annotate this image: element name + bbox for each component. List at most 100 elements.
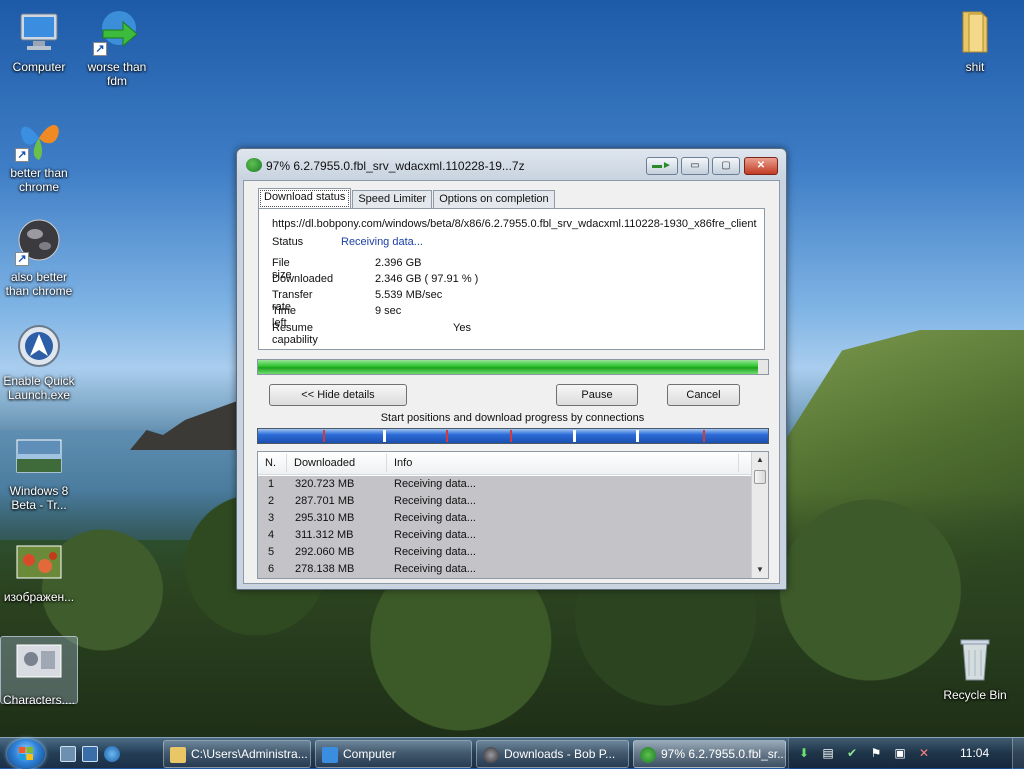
status-label: Status bbox=[272, 236, 304, 248]
ie-butterfly-icon: ↗ bbox=[15, 114, 63, 162]
status-panel: https://dl.bobpony.com/windows/beta/8/x8… bbox=[258, 208, 765, 350]
show-desktop-button[interactable] bbox=[1012, 738, 1024, 769]
taskbar-item-computer[interactable]: Computer bbox=[315, 740, 472, 768]
connection-number: 3 bbox=[268, 512, 275, 524]
download-progress-bar bbox=[257, 359, 769, 375]
action-center-flag-icon[interactable]: ⚑ bbox=[869, 746, 883, 760]
connection-marker bbox=[323, 430, 325, 442]
computer-icon bbox=[15, 8, 63, 56]
status-value: Receiving data... bbox=[341, 236, 423, 248]
connection-row[interactable]: 5 292.060 MB Receiving data... bbox=[258, 544, 753, 561]
window-titlebar[interactable]: 97% 6.2.7955.0.fbl_srv_wdacxml.110228-19… bbox=[237, 149, 786, 181]
idm-tray-icon[interactable]: ⬇ bbox=[797, 746, 811, 760]
tab-speed-limiter[interactable]: Speed Limiter bbox=[352, 190, 433, 209]
connection-row[interactable]: 1 320.723 MB Receiving data... bbox=[258, 476, 753, 493]
network-icon[interactable]: ▣ bbox=[893, 746, 907, 760]
volume-muted-icon[interactable]: ✕ bbox=[917, 746, 931, 760]
show-desktop-icon[interactable] bbox=[60, 746, 76, 762]
desktop-icon-recycle-bin[interactable]: Recycle Bin bbox=[936, 636, 1014, 702]
window-title: 97% 6.2.7955.0.fbl_srv_wdacxml.110228-19… bbox=[266, 159, 525, 173]
tab-options-on-completion[interactable]: Options on completion bbox=[433, 190, 555, 209]
field-label: Resume capability bbox=[272, 322, 318, 346]
switch-windows-icon[interactable] bbox=[82, 746, 98, 762]
hide-details-button[interactable]: << Hide details bbox=[269, 384, 407, 406]
taskbar-item-label: Downloads - Bob P... bbox=[504, 747, 616, 761]
desktop-icon-enable-quick-launch[interactable]: Enable Quick Launch.exe bbox=[0, 322, 78, 402]
minimize-icon: ▭ bbox=[690, 160, 700, 171]
connections-list-scrollbar[interactable]: ▲ ▼ bbox=[751, 452, 768, 578]
taskbar-item-label: C:\Users\Administra... bbox=[191, 747, 308, 761]
field-value: Yes bbox=[453, 322, 471, 334]
image-thumbnail-icon bbox=[15, 538, 63, 586]
taskbar-item-label: 97% 6.2.7955.0.fbl_sr... bbox=[661, 747, 786, 761]
desktop-icon-label: better than chrome bbox=[10, 166, 68, 194]
tab-strip: Download status Speed Limiter Options on… bbox=[258, 188, 556, 209]
arrow-right-icon: ▬► bbox=[652, 160, 672, 171]
desktop-icon-also-better-than-chrome[interactable]: ↗ also better than chrome bbox=[0, 218, 78, 298]
taskbar-item-browser[interactable]: Downloads - Bob P... bbox=[476, 740, 629, 768]
desktop-icon-worse-than-fdm[interactable]: ↗ worse than fdm bbox=[78, 8, 156, 88]
connection-row[interactable]: 3 295.310 MB Receiving data... bbox=[258, 510, 753, 527]
desktop-icon-label: Windows 8 Beta - Tr... bbox=[9, 484, 69, 512]
connection-downloaded: 320.723 MB bbox=[295, 478, 355, 490]
desktop-icon-label: shit bbox=[965, 60, 985, 74]
connection-row[interactable]: 2 287.701 MB Receiving data... bbox=[258, 493, 753, 510]
scroll-up-icon[interactable]: ▲ bbox=[752, 452, 768, 468]
idm-icon bbox=[640, 747, 656, 763]
connection-number: 5 bbox=[268, 546, 275, 558]
close-button[interactable]: ✕ bbox=[744, 157, 778, 175]
scroll-thumb[interactable] bbox=[754, 470, 766, 484]
download-url: https://dl.bobpony.com/windows/beta/8/x8… bbox=[272, 218, 757, 230]
connections-list-header: N. Downloaded Info bbox=[258, 452, 753, 475]
wallpaper-rocks bbox=[130, 400, 240, 450]
download-progress-fill bbox=[258, 360, 758, 374]
connection-number: 1 bbox=[268, 478, 275, 490]
scroll-down-icon[interactable]: ▼ bbox=[752, 562, 768, 578]
taskbar-item-explorer[interactable]: C:\Users\Administra... bbox=[163, 740, 311, 768]
desktop-icon-characters[interactable]: Characters.... bbox=[0, 636, 78, 707]
connection-position-marker bbox=[383, 430, 386, 442]
minimize-to-tray-button[interactable]: ▬► bbox=[646, 157, 678, 175]
connections-caption: Start positions and download progress by… bbox=[380, 412, 645, 424]
connection-position-marker bbox=[636, 430, 639, 442]
column-header-downloaded[interactable]: Downloaded bbox=[294, 457, 355, 469]
connections-list: N. Downloaded Info 1 320.723 MB Receivin… bbox=[257, 451, 769, 579]
start-button[interactable] bbox=[7, 739, 45, 769]
desktop-icon-windows8-beta[interactable]: Windows 8 Beta - Tr... bbox=[0, 432, 78, 512]
security-tray-icon[interactable]: ✔ bbox=[845, 746, 859, 760]
windows-logo-icon bbox=[19, 747, 33, 760]
image-thumbnail-icon bbox=[15, 432, 63, 480]
close-icon: ✕ bbox=[756, 160, 766, 171]
column-header-info[interactable]: Info bbox=[394, 457, 412, 469]
connection-marker bbox=[510, 430, 512, 442]
pause-button[interactable]: Pause bbox=[556, 384, 638, 406]
connection-number: 2 bbox=[268, 495, 275, 507]
shortcut-arrow-icon: ↗ bbox=[15, 252, 29, 266]
clock[interactable]: 11:04 bbox=[960, 746, 989, 760]
column-header-n[interactable]: N. bbox=[265, 457, 276, 469]
desktop-icon-image-ru[interactable]: изображен... bbox=[0, 538, 78, 604]
globe-icon: ↗ bbox=[15, 218, 63, 266]
folder-icon bbox=[951, 8, 999, 56]
taskbar-item-idm[interactable]: 97% 6.2.7955.0.fbl_sr... bbox=[633, 740, 786, 768]
tab-download-status[interactable]: Download status bbox=[258, 188, 352, 209]
maximize-button[interactable]: ▢ bbox=[712, 157, 740, 175]
desktop-icon-computer[interactable]: Computer bbox=[0, 8, 78, 74]
internet-explorer-icon[interactable] bbox=[104, 746, 120, 762]
globe-icon bbox=[483, 747, 499, 763]
desktop-icon-shit-folder[interactable]: shit bbox=[936, 8, 1014, 74]
connection-number: 6 bbox=[268, 563, 275, 575]
connection-position-marker bbox=[573, 430, 576, 442]
desktop-icon-better-than-chrome[interactable]: ↗ better than chrome bbox=[0, 114, 78, 194]
connection-row[interactable]: 4 311.312 MB Receiving data... bbox=[258, 527, 753, 544]
connection-row[interactable]: 6 278.138 MB Receiving data... bbox=[258, 561, 753, 578]
minimize-button[interactable]: ▭ bbox=[681, 157, 709, 175]
field-value: 9 sec bbox=[375, 305, 402, 317]
field-label: Downloaded bbox=[272, 273, 334, 285]
connection-info: Receiving data... bbox=[394, 529, 476, 541]
computer-icon bbox=[322, 747, 338, 763]
cancel-button[interactable]: Cancel bbox=[667, 384, 740, 406]
document-tray-icon[interactable]: ▤ bbox=[821, 746, 835, 760]
idm-icon: ↗ bbox=[93, 8, 141, 56]
recycle-bin-icon bbox=[951, 636, 999, 684]
